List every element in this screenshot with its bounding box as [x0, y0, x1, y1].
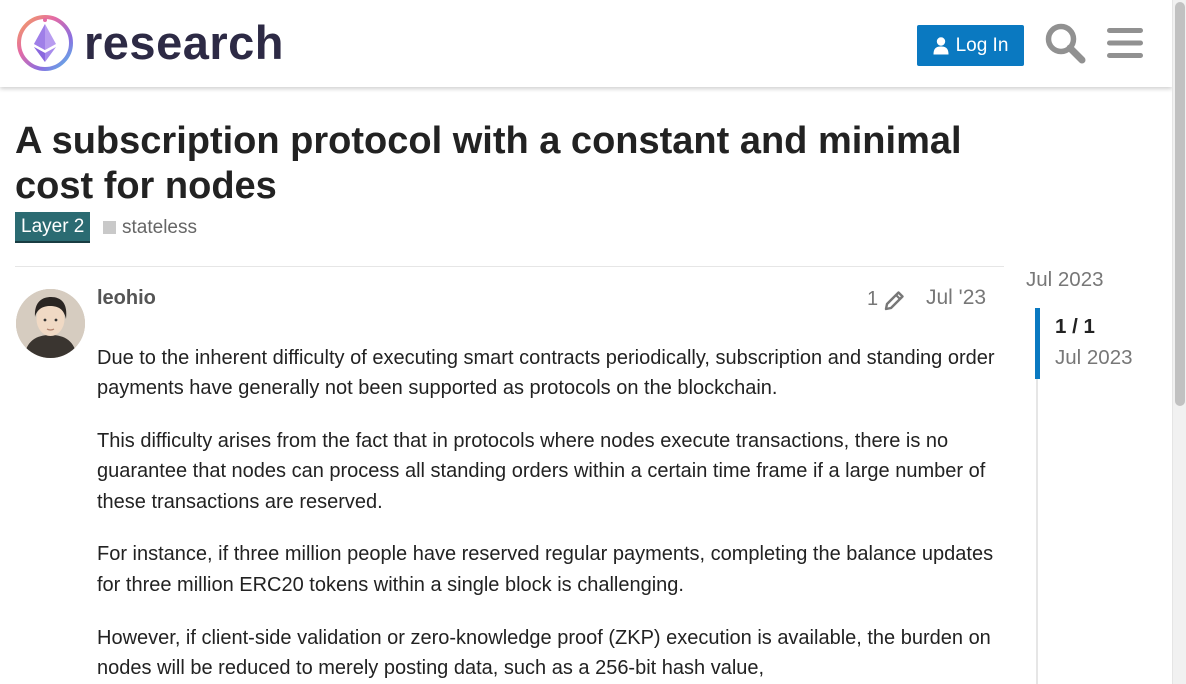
search-icon[interactable] — [1044, 22, 1086, 64]
post-paragraph: However, if client-side validation or ze… — [97, 626, 991, 679]
timeline-current-date: Jul 2023 — [1055, 346, 1133, 369]
login-button[interactable]: Log In — [917, 25, 1024, 66]
page-scrollbar[interactable] — [1172, 0, 1186, 684]
avatar-image — [16, 289, 85, 358]
topic-title[interactable]: A subscription protocol with a constant … — [15, 119, 1015, 209]
user-icon — [933, 36, 949, 54]
site-header: research Log In — [0, 0, 1172, 87]
post-username[interactable]: leohio — [97, 287, 156, 310]
post-paragraph: Due to the inherent difficulty of execut… — [97, 347, 995, 400]
timeline-handle[interactable] — [1035, 308, 1040, 379]
scrollbar-thumb[interactable] — [1175, 2, 1185, 406]
post-paragraph: For instance, if three million people ha… — [97, 543, 994, 596]
category-badge[interactable]: Layer 2 — [15, 212, 91, 243]
timeline-position: 1 / 1 — [1055, 315, 1095, 338]
post-date[interactable]: Jul '23 — [926, 286, 986, 310]
post-paragraph: This difficulty arises from the fact tha… — [97, 430, 986, 513]
edit-history-button[interactable]: 1 — [867, 288, 906, 311]
site-name[interactable]: research — [84, 14, 284, 72]
hamburger-menu-icon[interactable] — [1106, 24, 1144, 62]
avatar[interactable] — [16, 289, 85, 358]
ethereum-research-logo[interactable] — [16, 14, 74, 72]
topic-divider — [15, 266, 1004, 267]
login-label: Log In — [955, 34, 1009, 56]
edit-count: 1 — [867, 288, 879, 310]
pencil-icon — [884, 290, 904, 310]
post-body: Due to the inherent difficulty of execut… — [97, 343, 997, 684]
tag-square-icon — [103, 221, 116, 234]
tag-label: stateless — [122, 216, 197, 238]
tag-stateless[interactable]: stateless — [103, 212, 197, 243]
timeline-start-date[interactable]: Jul 2023 — [1026, 268, 1104, 292]
